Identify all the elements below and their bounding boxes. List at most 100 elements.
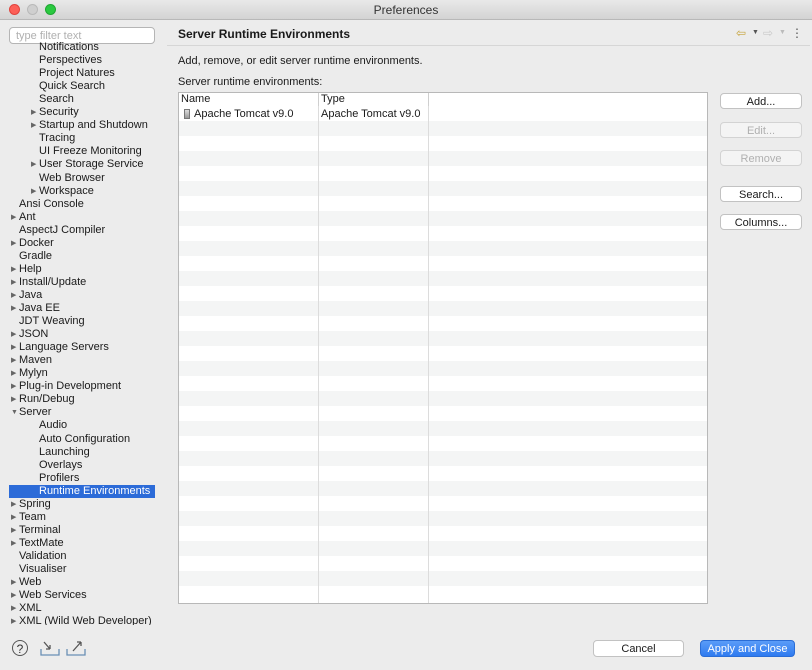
- tree-item[interactable]: ▶ Workspace: [9, 185, 155, 198]
- tree-item-label: Java: [19, 288, 43, 301]
- tree-item[interactable]: Visualiser: [9, 563, 155, 576]
- tree-item-label: Profilers: [39, 471, 80, 484]
- chevron-right-icon[interactable]: ▶: [11, 211, 19, 224]
- tree-item[interactable]: ▶ Mylyn: [9, 367, 155, 380]
- chevron-right-icon[interactable]: ▶: [11, 524, 19, 537]
- chevron-right-icon[interactable]: ▶: [11, 615, 19, 625]
- edit-button[interactable]: Edit...: [720, 122, 802, 138]
- tree-item[interactable]: ▶ XML: [9, 602, 155, 615]
- table-row-background: [179, 586, 707, 601]
- chevron-right-icon[interactable]: ▶: [11, 354, 19, 367]
- forward-arrow-icon[interactable]: ⇨: [763, 26, 773, 40]
- table-row-name[interactable]: Apache Tomcat v9.0: [179, 106, 319, 122]
- tree-item[interactable]: ▶ Security: [9, 106, 155, 119]
- tree-item[interactable]: ▶ TextMate: [9, 537, 155, 550]
- tree-item[interactable]: ▶ XML (Wild Web Developer): [9, 615, 155, 625]
- chevron-right-icon[interactable]: ▶: [11, 237, 19, 250]
- chevron-right-icon[interactable]: ▶: [31, 158, 39, 171]
- chevron-right-icon[interactable]: ▶: [11, 328, 19, 341]
- chevron-right-icon[interactable]: ▶: [11, 498, 19, 511]
- tree-item[interactable]: ▶ Ant: [9, 211, 155, 224]
- tree-item[interactable]: ▶ Java: [9, 289, 155, 302]
- tree-item[interactable]: ▶ Team: [9, 511, 155, 524]
- add-button[interactable]: Add...: [720, 93, 802, 109]
- remove-button[interactable]: Remove: [720, 150, 802, 166]
- tree-item[interactable]: Runtime Environments: [9, 484, 155, 498]
- tree-item[interactable]: Profilers: [9, 472, 155, 485]
- runtime-table[interactable]: Name Type Apache Tomcat v9.0 Apache Tomc…: [178, 92, 708, 604]
- table-row-type[interactable]: Apache Tomcat v9.0: [319, 106, 429, 122]
- tree-item[interactable]: ▶ Spring: [9, 498, 155, 511]
- tree-item[interactable]: Search: [9, 93, 155, 106]
- export-icon[interactable]: [65, 640, 87, 656]
- tree-item[interactable]: ▶ Docker: [9, 237, 155, 250]
- tree-item[interactable]: Quick Search: [9, 80, 155, 93]
- tree-item[interactable]: Gradle: [9, 250, 155, 263]
- tree-item[interactable]: ▶ Java EE: [9, 302, 155, 315]
- tree-item[interactable]: Validation: [9, 550, 155, 563]
- chevron-right-icon[interactable]: ▶: [11, 302, 19, 315]
- tree-item[interactable]: Perspectives: [9, 54, 155, 67]
- column-header-type[interactable]: Type: [319, 93, 429, 106]
- tree-item[interactable]: Ansi Console: [9, 198, 155, 211]
- help-icon[interactable]: ?: [12, 640, 28, 656]
- column-header-name[interactable]: Name: [179, 93, 319, 106]
- tree-item[interactable]: ▶ Startup and Shutdown: [9, 119, 155, 132]
- table-row-background: [179, 541, 707, 556]
- tree-item[interactable]: JDT Weaving: [9, 315, 155, 328]
- columns-button[interactable]: Columns...: [720, 214, 802, 230]
- chevron-right-icon[interactable]: ▶: [11, 393, 19, 406]
- chevron-down-icon[interactable]: ▼: [11, 406, 19, 419]
- tree-item[interactable]: AspectJ Compiler: [9, 224, 155, 237]
- tree-item[interactable]: ▶ Web: [9, 576, 155, 589]
- tree-item[interactable]: ▶ Help: [9, 263, 155, 276]
- tree-item[interactable]: ▼Server: [9, 406, 155, 419]
- tree-item[interactable]: ▶ Install/Update: [9, 276, 155, 289]
- chevron-right-icon[interactable]: ▶: [11, 576, 19, 589]
- chevron-right-icon[interactable]: ▶: [11, 289, 19, 302]
- chevron-right-icon[interactable]: ▶: [31, 106, 39, 119]
- chevron-right-icon[interactable]: ▶: [31, 119, 39, 132]
- chevron-right-icon[interactable]: ▶: [11, 537, 19, 550]
- forward-dropdown-icon[interactable]: ▼: [779, 29, 786, 36]
- tree-item-label: Project Natures: [39, 67, 115, 80]
- search-button[interactable]: Search...: [720, 186, 802, 202]
- tree-item[interactable]: Auto Configuration: [9, 433, 155, 446]
- tree-item[interactable]: Audio: [9, 419, 155, 432]
- chevron-right-icon[interactable]: ▶: [11, 263, 19, 276]
- chevron-right-icon[interactable]: ▶: [11, 276, 19, 289]
- tree-item-label: JDT Weaving: [19, 315, 85, 328]
- chevron-right-icon[interactable]: ▶: [11, 589, 19, 602]
- tree-item[interactable]: ▶ User Storage Service: [9, 158, 155, 171]
- tree-item[interactable]: Project Natures: [9, 67, 155, 80]
- tree-item[interactable]: ▶ Plug-in Development: [9, 380, 155, 393]
- title-bar: Preferences: [0, 0, 812, 20]
- tree-item[interactable]: ▶ Language Servers: [9, 341, 155, 354]
- tree-item[interactable]: ▶ Run/Debug: [9, 393, 155, 406]
- tree-item[interactable]: Notifications: [9, 41, 155, 54]
- tree-item[interactable]: Overlays: [9, 459, 155, 472]
- chevron-right-icon[interactable]: ▶: [31, 185, 39, 198]
- chevron-right-icon[interactable]: ▶: [11, 367, 19, 380]
- chevron-right-icon[interactable]: ▶: [11, 380, 19, 393]
- tree-item[interactable]: ▶ Terminal: [9, 524, 155, 537]
- tree-item[interactable]: Tracing: [9, 132, 155, 145]
- back-arrow-icon[interactable]: ⇦: [736, 26, 746, 40]
- back-dropdown-icon[interactable]: ▼: [752, 29, 759, 36]
- tree-item[interactable]: UI Freeze Monitoring: [9, 145, 155, 158]
- import-icon[interactable]: [39, 640, 61, 656]
- chevron-right-icon[interactable]: ▶: [11, 602, 19, 615]
- tree-item[interactable]: ▶ Maven: [9, 354, 155, 367]
- tree-item[interactable]: ▶ Web Services: [9, 589, 155, 602]
- tree-item[interactable]: ▶ JSON: [9, 328, 155, 341]
- cancel-button[interactable]: Cancel: [593, 640, 684, 657]
- apply-and-close-button[interactable]: Apply and Close: [700, 640, 795, 657]
- chevron-right-icon[interactable]: ▶: [11, 341, 19, 354]
- table-row-background: [179, 256, 707, 271]
- tree-item-label: Maven: [19, 354, 53, 367]
- table-row-background: [179, 556, 707, 571]
- view-menu-icon[interactable]: ⋮: [791, 26, 803, 40]
- chevron-right-icon[interactable]: ▶: [11, 511, 19, 524]
- tree-item[interactable]: Launching: [9, 446, 155, 459]
- tree-item[interactable]: Web Browser: [9, 172, 155, 185]
